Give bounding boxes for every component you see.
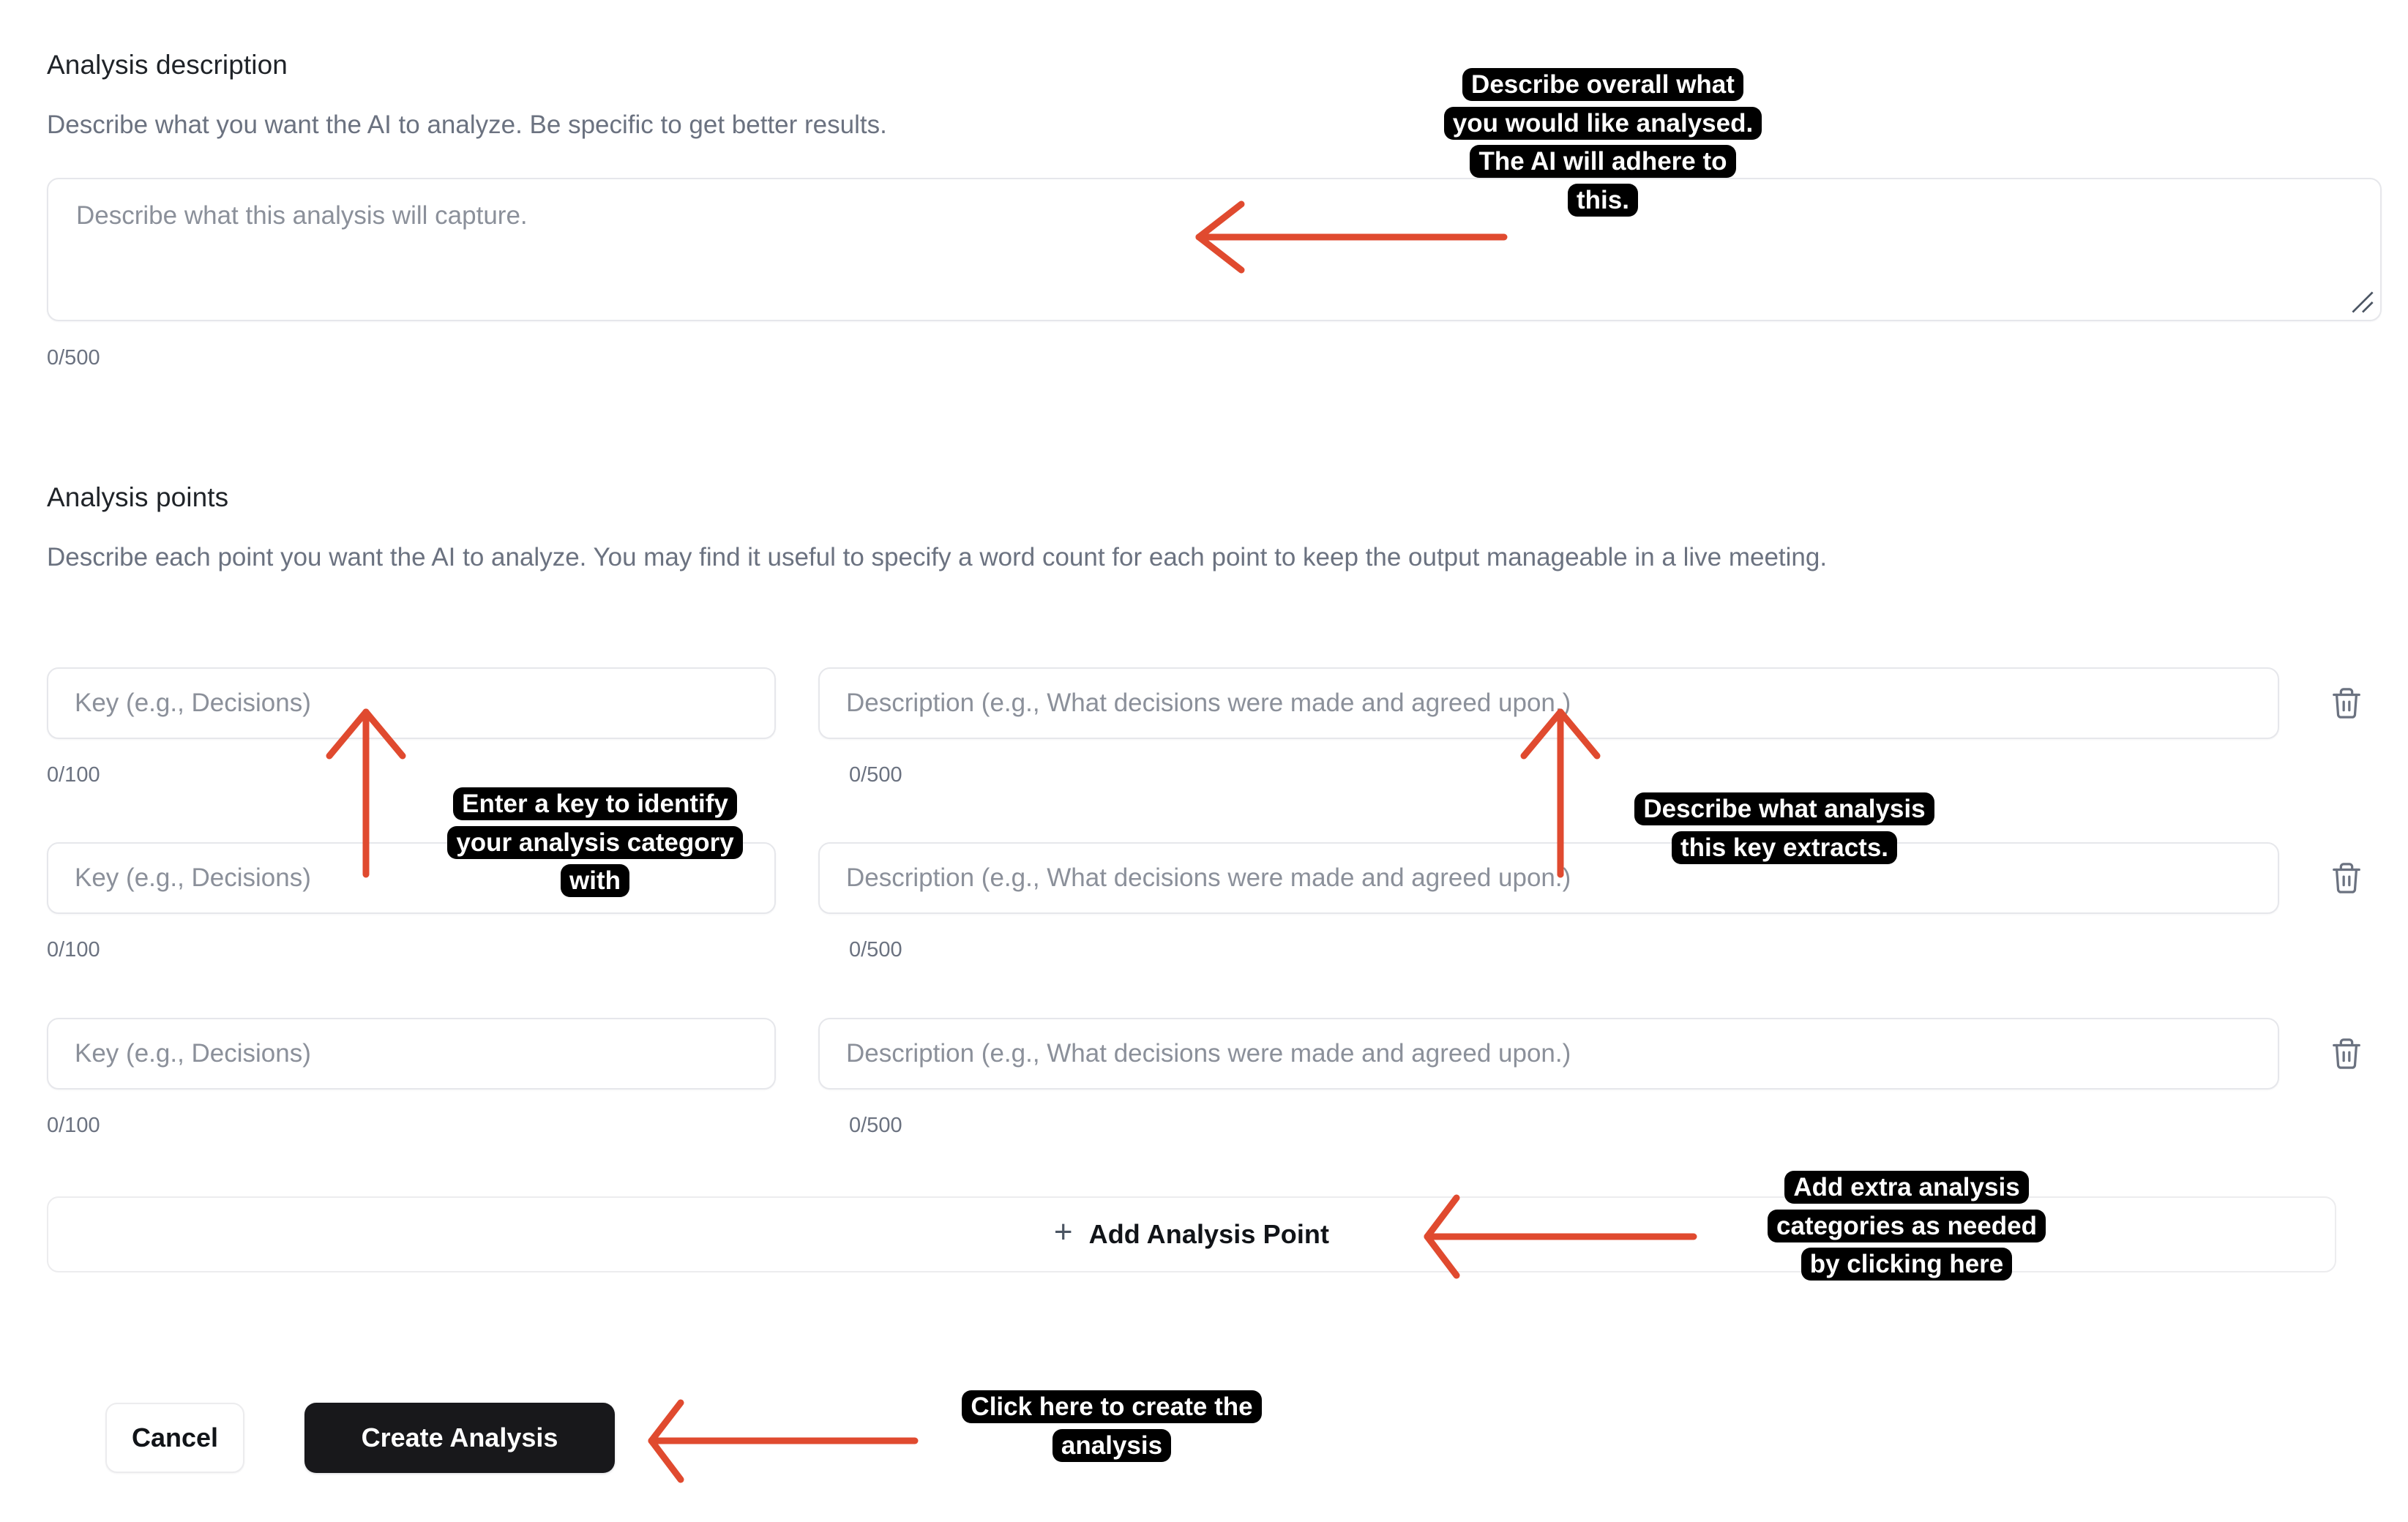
analysis-description-counter: 0/500 (47, 346, 100, 370)
plus-icon: + (1053, 1214, 1073, 1250)
description-counter-2: 0/500 (849, 938, 902, 961)
analysis-points-title: Analysis points (47, 482, 229, 512)
analysis-description-placeholder: Describe what this analysis will capture… (76, 201, 528, 230)
delete-analysis-point-button-1[interactable] (2326, 683, 2367, 724)
analysis-point-key-input-2[interactable]: Key (e.g., Decisions) (47, 842, 776, 914)
add-analysis-point-label: Add Analysis Point (1088, 1219, 1330, 1249)
delete-analysis-point-button-2[interactable] (2326, 858, 2367, 899)
analysis-form-page: Analysis description Describe what you w… (0, 0, 2408, 1522)
description-placeholder-2: Description (e.g., What decisions were m… (846, 863, 1571, 892)
callout-click-create: Click here to create the analysis (911, 1388, 1313, 1465)
callout-line: The AI will adhere to (1470, 145, 1736, 178)
analysis-description-help: Describe what you want the AI to analyze… (47, 110, 887, 139)
description-placeholder-3: Description (e.g., What decisions were m… (846, 1039, 1571, 1068)
add-analysis-point-button[interactable]: + Add Analysis Point (47, 1196, 2336, 1272)
trash-icon (2333, 863, 2360, 893)
callout-line: analysis (1052, 1428, 1172, 1462)
analysis-points-help: Describe each point you want the AI to a… (47, 543, 1828, 571)
analysis-point-description-input-1[interactable]: Description (e.g., What decisions were m… (818, 667, 2279, 739)
callout-line: Click here to create the (962, 1390, 1262, 1423)
create-analysis-button[interactable]: Create Analysis (304, 1403, 615, 1473)
analysis-description-title: Analysis description (47, 50, 288, 80)
trash-icon (2333, 688, 2360, 719)
key-placeholder-1: Key (e.g., Decisions) (75, 689, 311, 717)
callout-line: Describe what analysis (1634, 792, 1934, 825)
key-counter-2: 0/100 (47, 938, 100, 961)
trash-icon (2333, 1038, 2360, 1069)
callout-line: Describe overall what (1462, 68, 1743, 101)
analysis-description-textarea[interactable]: Describe what this analysis will capture… (47, 178, 2382, 321)
analysis-point-description-input-3[interactable]: Description (e.g., What decisions were m… (818, 1018, 2279, 1090)
description-placeholder-1: Description (e.g., What decisions were m… (846, 689, 1571, 717)
callout-line: Enter a key to identify (453, 787, 737, 820)
analysis-point-key-input-3[interactable]: Key (e.g., Decisions) (47, 1018, 776, 1090)
delete-analysis-point-button-3[interactable] (2326, 1033, 2367, 1074)
resize-grip-icon[interactable] (2350, 290, 2375, 315)
key-placeholder-2: Key (e.g., Decisions) (75, 863, 311, 892)
description-counter-3: 0/500 (849, 1114, 902, 1137)
arrow-to-create-analysis-button (648, 1399, 919, 1483)
description-counter-1: 0/500 (849, 763, 902, 787)
key-counter-1: 0/100 (47, 763, 100, 787)
key-counter-3: 0/100 (47, 1114, 100, 1137)
analysis-point-description-input-2[interactable]: Description (e.g., What decisions were m… (818, 842, 2279, 914)
key-placeholder-3: Key (e.g., Decisions) (75, 1039, 311, 1068)
cancel-button[interactable]: Cancel (105, 1403, 244, 1473)
analysis-point-key-input-1[interactable]: Key (e.g., Decisions) (47, 667, 776, 739)
